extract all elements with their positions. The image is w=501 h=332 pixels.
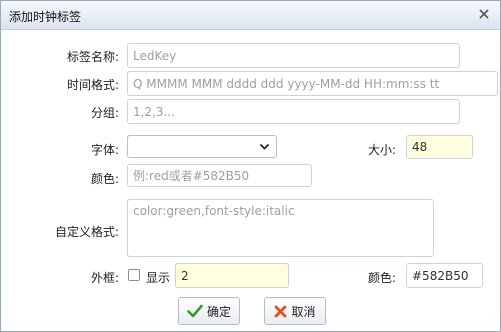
border-color-input[interactable] [406, 263, 483, 288]
cancel-x-icon [274, 305, 287, 318]
dialog-title: 添加时钟标签 [9, 10, 82, 24]
cancel-button[interactable]: 取消 [264, 297, 326, 325]
border-color-label: 颜色: [367, 271, 396, 285]
border-label: 外框: [90, 271, 119, 285]
border-width-input[interactable] [175, 263, 289, 288]
close-icon[interactable] [477, 7, 491, 21]
cancel-button-label: 取消 [291, 304, 316, 319]
font-label: 字体: [90, 143, 119, 157]
color-input[interactable] [127, 164, 312, 187]
time-format-input[interactable] [127, 71, 498, 96]
group-input[interactable] [127, 99, 460, 124]
border-show-label: 显示 [146, 271, 171, 285]
tag-name-input[interactable] [127, 43, 460, 68]
chevron-down-icon [259, 141, 270, 155]
font-select[interactable] [127, 135, 277, 158]
size-input[interactable] [406, 135, 473, 159]
confirm-button-label: 确定 [206, 304, 231, 319]
title-bar[interactable]: 添加时钟标签 [1, 1, 500, 30]
group-label: 分组: [90, 106, 119, 120]
time-format-label: 时间格式: [66, 78, 119, 92]
size-label: 大小: [367, 143, 396, 157]
custom-format-label: 自定义格式: [54, 225, 119, 239]
confirm-button[interactable]: 确定 [178, 297, 240, 325]
border-show-checkbox[interactable] [128, 269, 140, 281]
custom-format-textarea[interactable] [127, 199, 434, 257]
tag-name-label: 标签名称: [66, 50, 119, 64]
check-icon [187, 304, 203, 318]
color-label: 颜色: [90, 172, 119, 186]
add-clock-tag-dialog: 添加时钟标签 标签名称: 时间格式: 分组: 字体: 大小: 颜色: 自定义格式… [0, 0, 501, 332]
